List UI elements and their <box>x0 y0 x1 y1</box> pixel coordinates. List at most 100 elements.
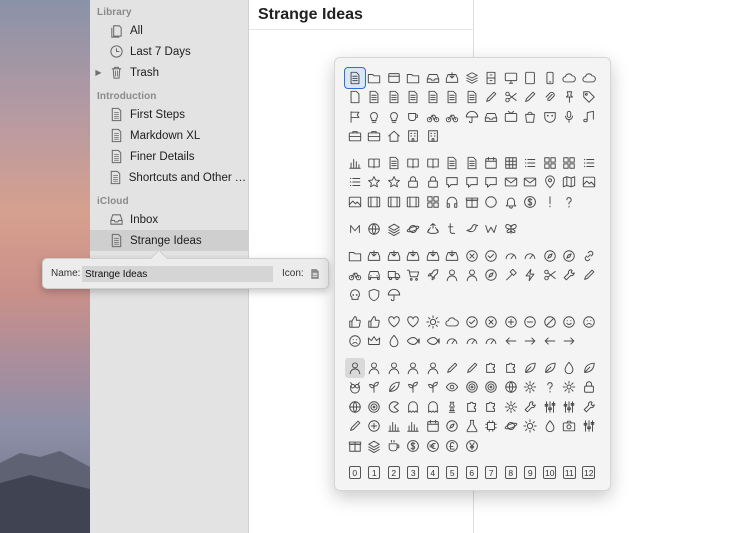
icon-option-trash-icon[interactable] <box>482 192 502 212</box>
icon-option-pen-icon[interactable] <box>462 358 482 378</box>
icon-option-umb-icon[interactable] <box>462 107 482 127</box>
icon-option-puzzle-icon[interactable] <box>482 358 502 378</box>
icon-option-book-icon[interactable] <box>423 153 443 173</box>
icon-option-cart-icon[interactable] <box>404 266 424 286</box>
icon-option-mic-icon[interactable] <box>560 107 580 127</box>
icon-option-excl-icon[interactable] <box>540 192 560 212</box>
icon-option-crown-icon[interactable] <box>365 332 385 352</box>
icon-option-mon-icon[interactable] <box>501 68 521 88</box>
icon-option-puzzle-icon[interactable] <box>462 397 482 417</box>
icon-option-bike-icon[interactable] <box>443 107 463 127</box>
icon-option-number-7[interactable]: 7 <box>482 463 502 483</box>
icon-option-gauge-icon[interactable] <box>501 246 521 266</box>
disclosure-triangle[interactable]: ▶ <box>90 68 107 77</box>
icon-option-target-icon[interactable] <box>482 378 502 398</box>
icon-option-flask-icon[interactable] <box>462 417 482 437</box>
icon-option-doc-icon[interactable] <box>384 153 404 173</box>
icon-option-film-icon[interactable] <box>404 192 424 212</box>
icon-option-plant-icon[interactable] <box>404 378 424 398</box>
icon-option-bubble-icon[interactable] <box>462 173 482 193</box>
icon-option-cab-icon[interactable] <box>482 68 502 88</box>
icon-option-number-6[interactable]: 6 <box>462 463 482 483</box>
icon-option-chip-icon[interactable] <box>482 417 502 437</box>
icon-option-tray2-icon[interactable] <box>443 68 463 88</box>
icon-option-sun-icon[interactable] <box>521 417 541 437</box>
icon-option-note-icon[interactable] <box>579 107 599 127</box>
icon-option-env-icon[interactable] <box>501 173 521 193</box>
icon-option-thumb-icon[interactable] <box>365 312 385 332</box>
icon-option-gauge-icon[interactable] <box>521 246 541 266</box>
icon-option-truck-icon[interactable] <box>384 266 404 286</box>
icon-option-number-12[interactable]: 12 <box>579 463 599 483</box>
icon-option-sliders-icon[interactable] <box>560 397 580 417</box>
icon-option-person-icon[interactable] <box>443 266 463 286</box>
icon-option-camera-icon[interactable] <box>560 417 580 437</box>
icon-button[interactable] <box>307 265 323 283</box>
icon-option-flag-icon[interactable] <box>345 107 365 127</box>
icon-option-doc-icon[interactable] <box>443 153 463 173</box>
icon-option-tray2-icon[interactable] <box>443 246 463 266</box>
icon-option-list-icon[interactable] <box>345 173 365 193</box>
icon-option-bubble-icon[interactable] <box>482 173 502 193</box>
icon-option-heart-icon[interactable] <box>384 312 404 332</box>
icon-option-puzzle-icon[interactable] <box>482 397 502 417</box>
icon-option-doc-icon[interactable] <box>423 88 443 108</box>
icon-option-arrowl-icon[interactable] <box>501 332 521 352</box>
icon-option-flame-icon[interactable] <box>384 332 404 352</box>
icon-option-bubble-icon[interactable] <box>443 173 463 193</box>
icon-option-person-icon[interactable] <box>345 358 365 378</box>
icon-option-loc-icon[interactable] <box>540 173 560 193</box>
icon-option-number-8[interactable]: 8 <box>501 463 521 483</box>
icon-option-eye-icon[interactable] <box>443 378 463 398</box>
icon-option-thumb-icon[interactable] <box>345 312 365 332</box>
icon-option-lock-icon[interactable] <box>404 173 424 193</box>
icon-option-house-icon[interactable] <box>384 127 404 147</box>
icon-option-tab-icon[interactable] <box>521 68 541 88</box>
icon-option-grid4-icon[interactable] <box>423 192 443 212</box>
icon-option-gear-icon[interactable] <box>560 378 580 398</box>
icon-option-list-icon[interactable] <box>579 153 599 173</box>
icon-option-doc-icon[interactable] <box>462 88 482 108</box>
icon-option-gift-icon[interactable] <box>345 436 365 456</box>
editor-title[interactable]: Strange Ideas <box>258 6 363 24</box>
icon-option-sliders-icon[interactable] <box>540 397 560 417</box>
icon-option-plus-icon[interactable] <box>501 312 521 332</box>
icon-option-number-5[interactable]: 5 <box>443 463 463 483</box>
icon-option-tray-icon[interactable] <box>423 68 443 88</box>
icon-option-globe-icon[interactable] <box>365 219 385 239</box>
sidebar-item[interactable]: Shortcuts and Other Ti... <box>90 167 249 188</box>
sidebar-item[interactable]: First Steps <box>90 104 249 125</box>
icon-option-brief-icon[interactable] <box>345 127 365 147</box>
icon-option-number-10[interactable]: 10 <box>540 463 560 483</box>
icon-option-target-icon[interactable] <box>462 378 482 398</box>
icon-option-rocket-icon[interactable] <box>423 266 443 286</box>
icon-option-bulb-icon[interactable] <box>384 107 404 127</box>
icon-option-brandm-icon[interactable] <box>345 219 365 239</box>
icon-option-layers-icon[interactable] <box>365 436 385 456</box>
icon-option-tray2-icon[interactable] <box>423 246 443 266</box>
icon-option-xcirc-icon[interactable] <box>462 246 482 266</box>
icon-option-yen-icon[interactable] <box>462 436 482 456</box>
icon-option-bulb-icon[interactable] <box>365 107 385 127</box>
icon-option-brief-icon[interactable] <box>365 127 385 147</box>
icon-option-butterfly-icon[interactable] <box>501 219 521 239</box>
icon-option-bolt-icon[interactable] <box>521 266 541 286</box>
icon-option-cup-icon[interactable] <box>404 107 424 127</box>
icon-option-compass-icon[interactable] <box>482 266 502 286</box>
icon-option-ques-icon[interactable] <box>540 378 560 398</box>
sidebar-item[interactable]: Finer Details <box>90 146 249 167</box>
icon-option-cal-icon[interactable] <box>482 153 502 173</box>
icon-option-gear-icon[interactable] <box>521 378 541 398</box>
icon-option-bird-icon[interactable] <box>462 219 482 239</box>
icon-option-plant-icon[interactable] <box>423 378 443 398</box>
icon-option-brandw-icon[interactable] <box>482 219 502 239</box>
icon-option-tray2-icon[interactable] <box>384 246 404 266</box>
icon-option-pen-icon[interactable] <box>345 417 365 437</box>
icon-option-ghost-icon[interactable] <box>404 397 424 417</box>
icon-option-film-icon[interactable] <box>384 192 404 212</box>
name-field[interactable] <box>82 266 273 282</box>
icon-option-plus-icon[interactable] <box>365 417 385 437</box>
icon-option-minus-icon[interactable] <box>521 312 541 332</box>
icon-option-umb-icon[interactable] <box>384 285 404 305</box>
icon-option-ghost-icon[interactable] <box>423 397 443 417</box>
